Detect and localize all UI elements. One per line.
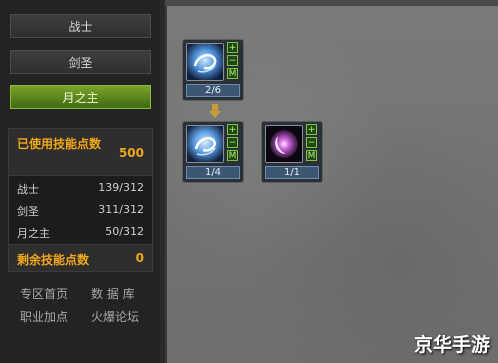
- skill-minus-button[interactable]: −: [306, 137, 317, 148]
- stat-row-name: 战士: [17, 183, 39, 196]
- class-tab-moon-lord[interactable]: 月之主: [10, 85, 151, 109]
- skill-level: 1/1: [265, 166, 319, 179]
- link-zone-home[interactable]: 专区首页: [20, 285, 68, 302]
- stat-row-value: 139/312: [98, 181, 144, 194]
- used-points-value: 500: [118, 146, 144, 160]
- skill-plus-button[interactable]: +: [227, 42, 238, 53]
- skill-level: 1/4: [186, 166, 240, 179]
- remaining-points-label: 剩余技能点数: [17, 253, 90, 267]
- swirl-skill-icon[interactable]: [186, 125, 224, 163]
- skill-plus-button[interactable]: +: [306, 124, 317, 135]
- used-points-header: 已使用技能点数 500: [9, 129, 152, 176]
- stat-row: 战士 139/312: [9, 177, 152, 199]
- skill-slot[interactable]: + − M 1/4: [182, 121, 244, 183]
- link-forum[interactable]: 火爆论坛: [91, 308, 139, 325]
- moon-orb-skill-icon[interactable]: [265, 125, 303, 163]
- stat-row-value: 50/312: [105, 225, 144, 238]
- skill-minus-button[interactable]: −: [227, 55, 238, 66]
- watermark-logo: 京华手游: [413, 334, 490, 356]
- remaining-points-value: 0: [135, 251, 144, 265]
- stat-row-name: 月之主: [17, 227, 50, 240]
- stat-row-value: 311/312: [98, 203, 144, 216]
- stat-row: 月之主 50/312: [9, 221, 152, 243]
- skill-max-button[interactable]: M: [227, 68, 238, 79]
- class-tab-warrior[interactable]: 战士: [10, 14, 151, 38]
- remaining-points-footer: 剩余技能点数 0: [9, 244, 152, 271]
- skill-level: 2/6: [186, 84, 240, 97]
- skill-slot[interactable]: + − M 1/1: [261, 121, 323, 183]
- skill-max-button[interactable]: M: [306, 150, 317, 161]
- used-points-label: 已使用技能点数: [17, 137, 102, 151]
- skill-plus-button[interactable]: +: [227, 124, 238, 135]
- swirl-skill-icon[interactable]: [186, 43, 224, 81]
- stat-row-name: 剑圣: [17, 205, 39, 218]
- arrow-down-icon: [209, 104, 221, 118]
- skill-minus-button[interactable]: −: [227, 137, 238, 148]
- skill-points-panel: 已使用技能点数 500 战士 139/312 剑圣 311/312 月之主 50…: [8, 128, 153, 272]
- top-border: [165, 0, 498, 6]
- link-database[interactable]: 数 据 库: [91, 285, 135, 302]
- sidebar: 战士 剑圣 月之主 已使用技能点数 500 战士 139/312 剑圣 311/…: [0, 0, 160, 363]
- skill-slot[interactable]: + − M 2/6: [182, 39, 244, 101]
- skill-max-button[interactable]: M: [227, 150, 238, 161]
- class-tab-sword-saint[interactable]: 剑圣: [10, 50, 151, 74]
- stat-row: 剑圣 311/312: [9, 199, 152, 221]
- link-job-points[interactable]: 职业加点: [20, 308, 68, 325]
